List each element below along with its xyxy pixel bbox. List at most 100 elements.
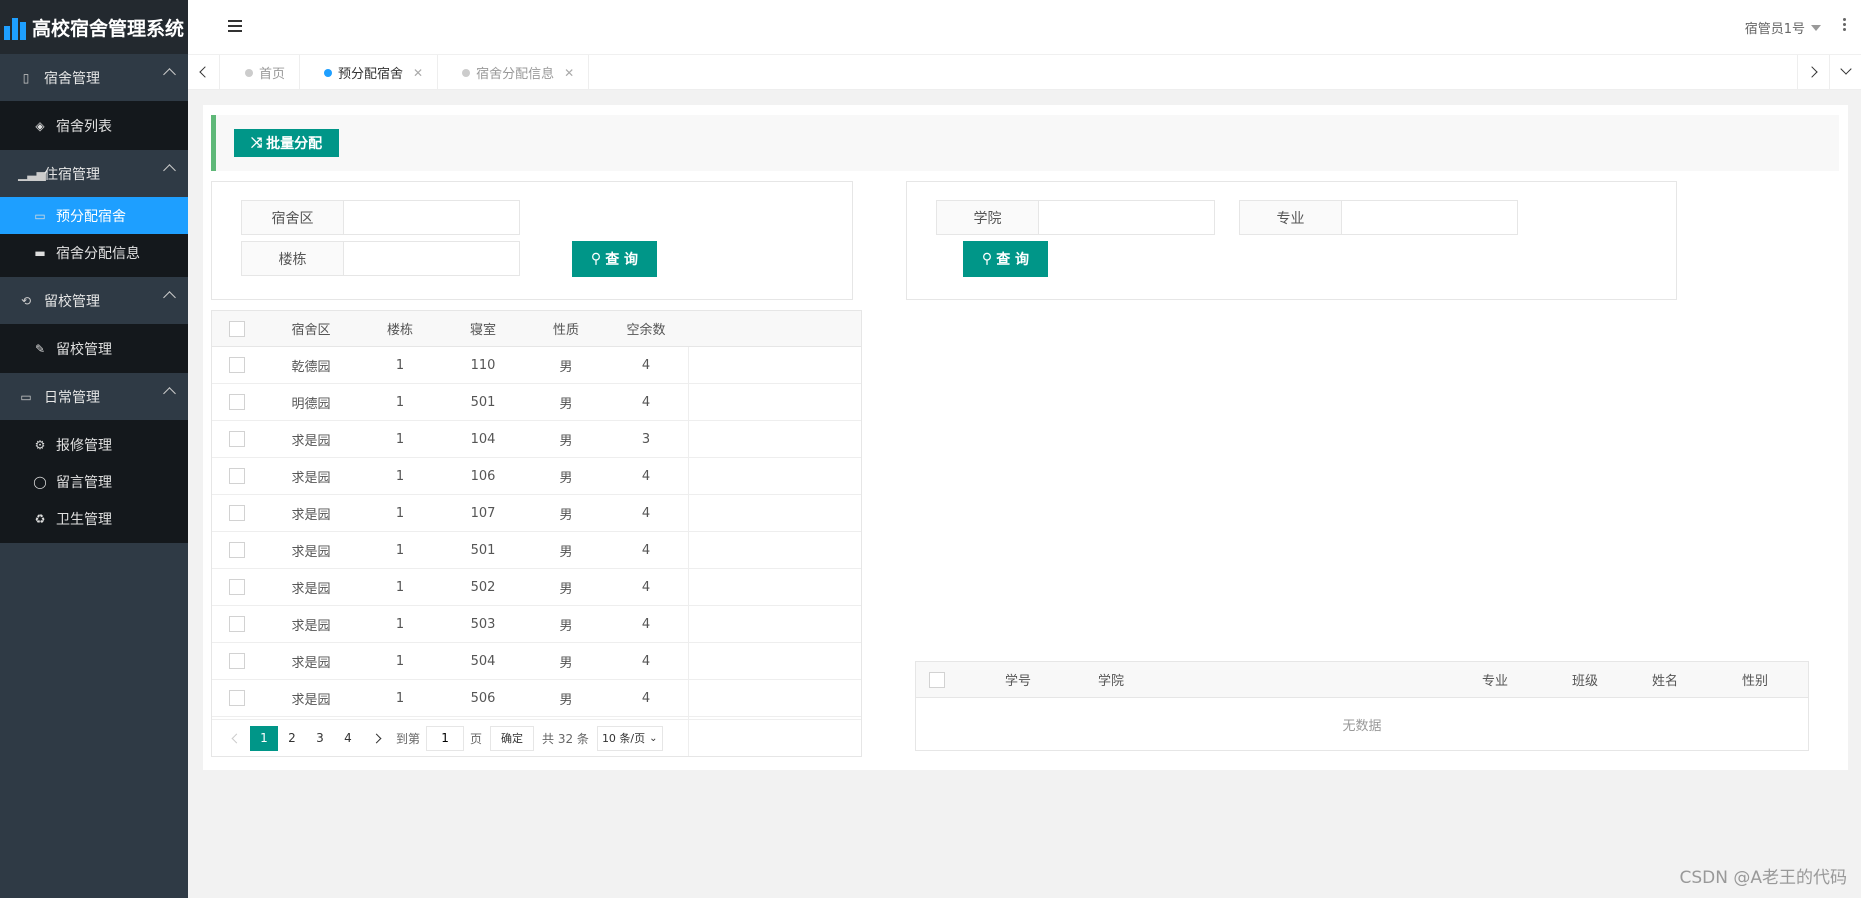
nav-item-dorm-list[interactable]: ◈ 宿舍列表 xyxy=(0,107,188,144)
table-row[interactable]: 求是园 1 501 男 4 xyxy=(212,532,861,569)
college-input[interactable] xyxy=(1039,201,1214,234)
table-cell: 男 xyxy=(559,396,573,412)
table-cell: 男 xyxy=(559,433,573,449)
user-menu[interactable]: 宿管员1号 xyxy=(1745,18,1821,37)
nav-group-daily[interactable]: ▭ 日常管理 xyxy=(0,373,188,420)
select-all-students-checkbox[interactable] xyxy=(929,671,945,688)
row-checkbox[interactable] xyxy=(229,431,245,447)
table-row[interactable]: 求是园 1 506 男 4 xyxy=(212,680,861,717)
table-cell: 502 xyxy=(470,579,496,595)
row-checkbox[interactable] xyxy=(229,505,245,521)
nav-item-stay-manage[interactable]: ✎ 留校管理 xyxy=(0,330,188,367)
table-cell: 501 xyxy=(470,394,496,410)
student-table-header: 学号 学院 专业 班级 姓名 性别 xyxy=(916,662,1808,698)
row-checkbox[interactable] xyxy=(229,579,245,595)
close-icon[interactable]: ✕ xyxy=(413,66,423,80)
chevron-up-icon xyxy=(163,291,176,304)
tab-menu-chevron-down-icon[interactable] xyxy=(1829,55,1861,90)
table-cell: 110 xyxy=(470,357,496,373)
table-cell: 男 xyxy=(559,655,573,671)
major-input[interactable] xyxy=(1342,201,1517,234)
table-row[interactable]: 求是园 1 104 男 3 xyxy=(212,421,861,458)
table-row[interactable]: 乾德园 1 110 男 4 xyxy=(212,347,861,384)
app-logo: 高校宿舍管理系统 xyxy=(0,0,188,54)
nav-group-dorm[interactable]: ▯ 宿舍管理 xyxy=(0,54,188,101)
building-icon: ▯ xyxy=(22,70,30,85)
page-size-select[interactable]: 10 条/页 ⌄ xyxy=(596,725,663,751)
row-checkbox[interactable] xyxy=(229,653,245,669)
table-cell: 106 xyxy=(470,468,496,484)
dorm-search-form: 宿舍区 楼栋 ⚲ 查 询 xyxy=(211,181,853,300)
goto-confirm-button[interactable]: 确定 xyxy=(490,725,535,751)
dorm-area-input[interactable] xyxy=(344,201,519,234)
gear-icon: ⚙ xyxy=(34,437,46,452)
tab-home[interactable]: 首页 xyxy=(221,55,301,90)
student-query-button[interactable]: ⚲ 查 询 xyxy=(963,241,1048,277)
select-all-checkbox[interactable] xyxy=(229,320,245,337)
page-1[interactable]: 1 xyxy=(250,725,278,751)
tab-scroll-left-icon[interactable] xyxy=(188,55,220,90)
id-card-icon: ▭ xyxy=(34,208,46,223)
major-field: 专业 xyxy=(1239,200,1518,235)
row-checkbox[interactable] xyxy=(229,394,245,410)
table-cell: 1 xyxy=(395,690,405,706)
tab-pre-assign[interactable]: 预分配宿舍 ✕ xyxy=(300,55,439,90)
table-row[interactable]: 求是园 1 107 男 4 xyxy=(212,495,861,532)
more-vertical-icon[interactable] xyxy=(1843,18,1847,31)
row-checkbox[interactable] xyxy=(229,690,245,706)
row-checkbox[interactable] xyxy=(229,616,245,632)
prev-page-icon[interactable] xyxy=(222,726,250,751)
table-cell: 男 xyxy=(559,470,573,486)
page-3[interactable]: 3 xyxy=(306,726,334,751)
close-icon[interactable]: ✕ xyxy=(564,66,574,80)
nav-item-pre-assign[interactable]: ▭ 预分配宿舍 xyxy=(0,197,188,234)
table-row[interactable]: 求是园 1 106 男 4 xyxy=(212,458,861,495)
page-4[interactable]: 4 xyxy=(334,726,362,751)
tab-scroll-right-icon[interactable] xyxy=(1797,55,1829,90)
table-cell: 4 xyxy=(641,542,651,558)
nav-item-assign-info[interactable]: ▬ 宿舍分配信息 xyxy=(0,234,188,271)
table-cell: 求是园 xyxy=(291,581,331,597)
sidebar: 高校宿舍管理系统 ▯ 宿舍管理 ◈ 宿舍列表 ▁▃▅ 住宿管理 ▭ 预分配宿舍 … xyxy=(0,0,188,898)
batch-assign-button[interactable]: ⤨ 批量分配 xyxy=(234,129,339,157)
chevron-up-icon xyxy=(163,387,176,400)
row-checkbox[interactable] xyxy=(229,542,245,558)
table-cell: 求是园 xyxy=(291,618,331,634)
pagination: 1 2 3 4 到第 页 确定 共 32 条 10 条/页 ⌄ xyxy=(212,719,861,756)
table-row[interactable]: 求是园 1 503 男 4 xyxy=(212,606,861,643)
table-cell: 1 xyxy=(395,653,405,669)
nav-group-lodging[interactable]: ▁▃▅ 住宿管理 xyxy=(0,150,188,197)
signal-icon: ▁▃▅ xyxy=(18,166,46,181)
building-input[interactable] xyxy=(344,242,519,275)
tab-assign-info[interactable]: 宿舍分配信息 ✕ xyxy=(438,55,590,90)
nav-item-repair[interactable]: ⚙ 报修管理 xyxy=(0,426,188,463)
nav-group-stay[interactable]: ⟲ 留校管理 xyxy=(0,277,188,324)
next-page-icon[interactable] xyxy=(362,726,390,751)
table-cell: 求是园 xyxy=(291,544,331,560)
page-2[interactable]: 2 xyxy=(278,726,306,751)
dorm-area-field: 宿舍区 xyxy=(241,200,520,235)
table-cell: 104 xyxy=(470,431,496,447)
table-cell: 求是园 xyxy=(291,692,331,708)
table-row[interactable]: 明德园 1 501 男 4 xyxy=(212,384,861,421)
menu-toggle-icon[interactable] xyxy=(228,20,242,32)
row-checkbox[interactable] xyxy=(229,468,245,484)
table-cell: 4 xyxy=(641,616,651,632)
comment-icon: ◯ xyxy=(33,474,47,489)
table-cell: 明德园 xyxy=(291,396,331,412)
table-row[interactable]: 求是园 1 504 男 4 xyxy=(212,643,861,680)
search-icon: ⚲ xyxy=(590,251,602,267)
chevron-up-icon xyxy=(163,164,176,177)
student-table: 学号 学院 专业 班级 姓名 性别 无数据 xyxy=(915,661,1809,751)
table-row[interactable]: 求是园 1 502 男 4 xyxy=(212,569,861,606)
top-header: 宿管员1号 xyxy=(188,0,1861,55)
goto-page-input[interactable] xyxy=(426,725,465,751)
dorm-table: 宿舍区 楼栋 寝室 性质 空余数 乾德园 1 110 男 4 明德园 1 501 男 4 求是园 1 1… xyxy=(211,310,862,757)
dorm-query-button[interactable]: ⚲ 查 询 xyxy=(572,241,657,277)
row-checkbox[interactable] xyxy=(229,357,245,373)
total-count: 共 32 条 xyxy=(542,731,589,746)
college-field: 学院 xyxy=(936,200,1215,235)
table-cell: 4 xyxy=(641,505,651,521)
nav-item-hygiene[interactable]: ♻ 卫生管理 xyxy=(0,500,188,537)
nav-item-messages[interactable]: ◯ 留言管理 xyxy=(0,463,188,500)
